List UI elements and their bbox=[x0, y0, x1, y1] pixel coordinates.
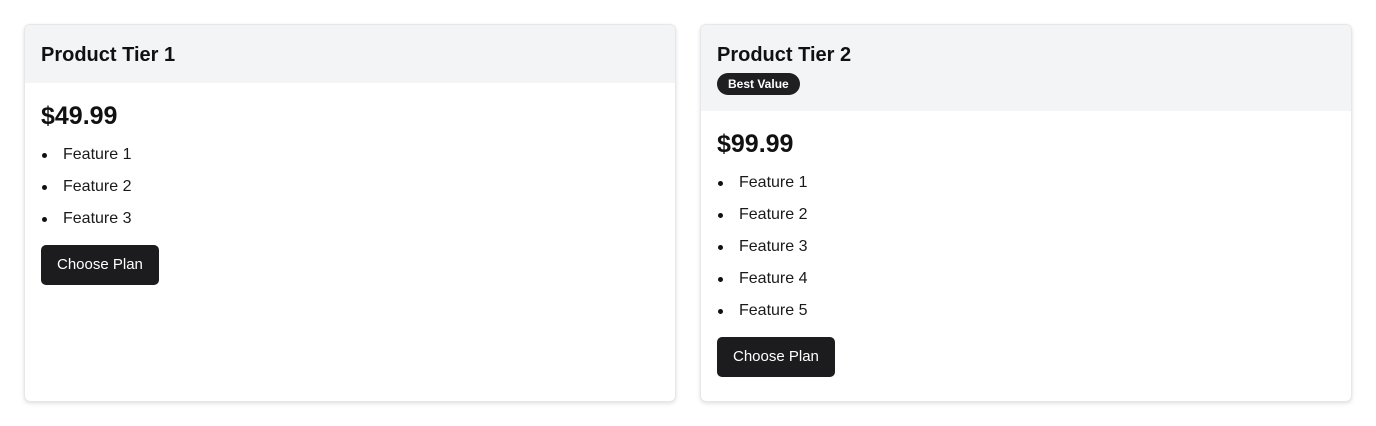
best-value-badge: Best Value bbox=[717, 73, 800, 95]
bullet-icon bbox=[42, 153, 47, 158]
choose-plan-button[interactable]: Choose Plan bbox=[717, 337, 835, 377]
feature-label: Feature 3 bbox=[739, 238, 808, 255]
feature-label: Feature 1 bbox=[63, 146, 132, 163]
bullet-icon bbox=[42, 185, 47, 190]
feature-label: Feature 3 bbox=[63, 210, 132, 227]
bullet-icon bbox=[42, 217, 47, 222]
pricing-card-tier-1: Product Tier 1 $49.99 Feature 1 Feature … bbox=[24, 24, 676, 402]
bullet-icon bbox=[718, 213, 723, 218]
card-header: Product Tier 1 bbox=[25, 25, 675, 83]
feature-item: Feature 2 bbox=[717, 205, 1335, 225]
bullet-icon bbox=[718, 277, 723, 282]
bullet-icon bbox=[718, 181, 723, 186]
feature-list: Feature 1 Feature 2 Feature 3 Feature 4 … bbox=[717, 173, 1335, 321]
feature-label: Feature 2 bbox=[739, 206, 808, 223]
plan-title: Product Tier 2 bbox=[717, 44, 852, 66]
feature-item: Feature 4 bbox=[717, 269, 1335, 289]
pricing-card-tier-2: Product Tier 2 Best Value $99.99 Feature… bbox=[700, 24, 1352, 402]
plan-title: Product Tier 1 bbox=[41, 44, 176, 66]
card-body: $99.99 Feature 1 Feature 2 Feature 3 Fea… bbox=[701, 111, 1351, 393]
bullet-icon bbox=[718, 245, 723, 250]
feature-label: Feature 1 bbox=[739, 174, 808, 191]
choose-plan-button[interactable]: Choose Plan bbox=[41, 245, 159, 285]
plan-price: $99.99 bbox=[717, 130, 794, 158]
card-body: $49.99 Feature 1 Feature 2 Feature 3 Cho… bbox=[25, 83, 675, 301]
pricing-cards: Product Tier 1 $49.99 Feature 1 Feature … bbox=[24, 24, 1352, 402]
feature-item: Feature 3 bbox=[717, 237, 1335, 257]
feature-list: Feature 1 Feature 2 Feature 3 bbox=[41, 145, 659, 229]
feature-label: Feature 2 bbox=[63, 178, 132, 195]
feature-item: Feature 1 bbox=[41, 145, 659, 165]
feature-item: Feature 3 bbox=[41, 209, 659, 229]
feature-item: Feature 2 bbox=[41, 177, 659, 197]
feature-label: Feature 5 bbox=[739, 302, 808, 319]
card-header: Product Tier 2 Best Value bbox=[701, 25, 1351, 111]
feature-item: Feature 5 bbox=[717, 301, 1335, 321]
plan-price: $49.99 bbox=[41, 102, 118, 130]
feature-label: Feature 4 bbox=[739, 270, 808, 287]
feature-item: Feature 1 bbox=[717, 173, 1335, 193]
bullet-icon bbox=[718, 309, 723, 314]
